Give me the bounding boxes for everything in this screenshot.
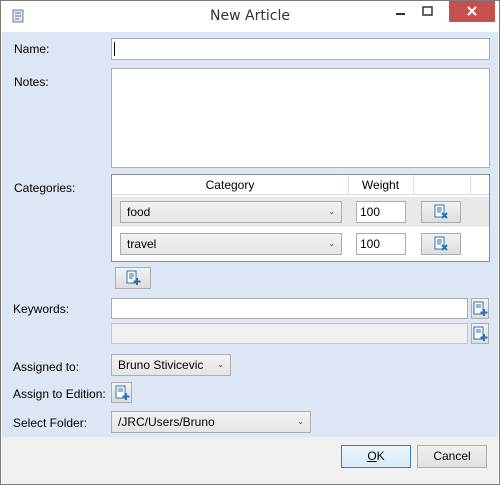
assign-to-edition-label: Assign to Edition: (13, 387, 106, 401)
column-header-weight[interactable]: Weight (348, 178, 413, 192)
table-row[interactable]: food ⌄ 100 (112, 197, 489, 227)
add-category-button[interactable] (115, 267, 151, 289)
minimize-icon (396, 13, 405, 15)
column-separator (470, 175, 471, 195)
column-header-category[interactable]: Category (112, 178, 348, 192)
notes-label: Notes: (14, 75, 49, 89)
categories-label: Categories: (14, 181, 76, 195)
assign-to-edition-button[interactable] (111, 382, 132, 403)
ok-mnemonic: O (367, 449, 377, 463)
weight-value: 100 (360, 205, 381, 219)
weight-value: 100 (360, 237, 381, 251)
ok-button[interactable]: OK (341, 445, 411, 468)
close-button[interactable] (449, 1, 495, 22)
keywords-label: Keywords: (13, 302, 70, 316)
notes-textarea[interactable] (111, 68, 490, 168)
chevron-down-icon: ⌄ (328, 239, 335, 248)
cancel-button[interactable]: Cancel (417, 445, 487, 468)
category-select[interactable]: travel ⌄ (120, 233, 342, 255)
select-folder-value: /JRC/Users/Bruno (118, 415, 215, 429)
assigned-to-label: Assigned to: (13, 360, 80, 374)
assigned-to-value: Bruno Stivicevic (118, 358, 204, 372)
button-bar: OK Cancel (2, 437, 498, 484)
chevron-down-icon: ⌄ (328, 207, 335, 216)
keyword-input[interactable] (111, 298, 468, 319)
add-row-icon (115, 385, 129, 400)
maximize-icon (422, 6, 433, 16)
column-separator (413, 175, 414, 195)
chevron-down-icon: ⌄ (217, 360, 224, 369)
category-value: travel (127, 237, 157, 251)
add-keyword-button[interactable] (471, 298, 489, 319)
select-folder-label: Select Folder: (13, 416, 88, 430)
add-row-icon (473, 301, 488, 316)
close-icon (467, 6, 477, 16)
maximize-button[interactable] (414, 1, 441, 24)
weight-input[interactable]: 100 (356, 201, 406, 223)
ok-label-rest: K (376, 449, 385, 463)
name-input[interactable] (111, 38, 490, 60)
new-article-dialog: New Article Name: Notes: Categories: Cat… (0, 0, 500, 485)
weight-input[interactable]: 100 (356, 233, 406, 255)
name-label: Name: (14, 42, 50, 56)
add-keyword-button[interactable] (471, 323, 489, 344)
text-caret (114, 42, 115, 56)
category-value: food (127, 205, 151, 219)
delete-row-button[interactable] (421, 201, 461, 223)
assigned-to-select[interactable]: Bruno Stivicevic ⌄ (111, 354, 231, 376)
select-folder-select[interactable]: /JRC/Users/Bruno ⌄ (111, 411, 311, 433)
chevron-down-icon: ⌄ (297, 417, 304, 426)
cancel-label: Cancel (433, 449, 471, 463)
grid-header: Category Weight (112, 175, 489, 195)
delete-row-button[interactable] (421, 233, 461, 255)
keyword-input[interactable] (111, 323, 468, 344)
delete-row-icon (434, 204, 448, 219)
table-row[interactable]: travel ⌄ 100 (112, 229, 489, 259)
delete-row-icon (434, 236, 448, 251)
category-select[interactable]: food ⌄ (120, 201, 342, 223)
add-row-icon (473, 326, 488, 341)
minimize-button[interactable] (387, 1, 414, 24)
categories-grid: Category Weight food ⌄ 100 travel ⌄ 100 (111, 174, 490, 262)
title-bar: New Article (1, 1, 499, 32)
add-row-icon (126, 270, 141, 285)
